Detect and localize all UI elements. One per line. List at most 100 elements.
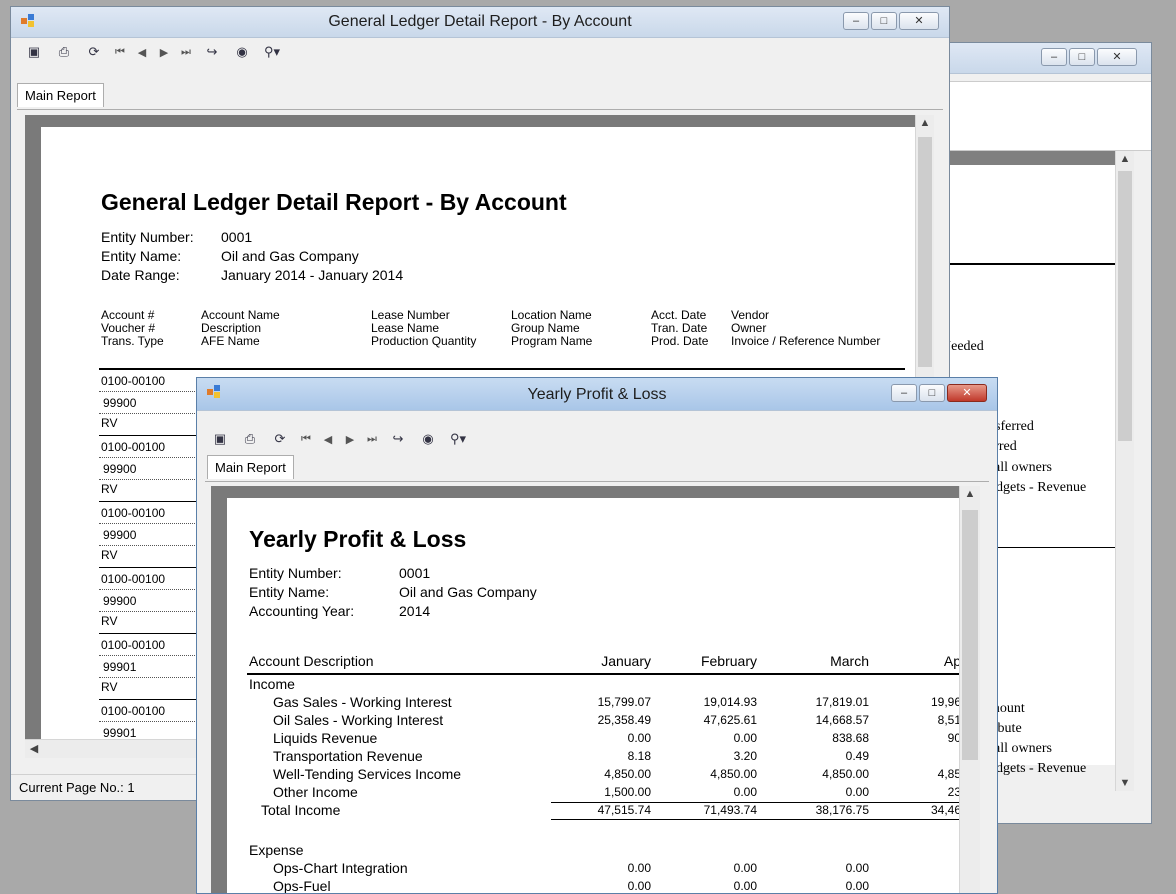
- tab-main-report[interactable]: Main Report: [207, 455, 294, 479]
- accounting-year-label: Accounting Year:: [249, 603, 355, 619]
- row-value: 71,493.74: [703, 803, 757, 817]
- close-button[interactable]: ✕: [899, 12, 939, 30]
- scroll-thumb[interactable]: [918, 137, 932, 367]
- refresh-icon[interactable]: ⟳: [79, 41, 109, 63]
- account-number: 0100-00100: [101, 440, 166, 454]
- accounting-year-value: 2014: [399, 603, 431, 619]
- table-row: Ops-Fuel 0.00 0.00 0.00: [227, 878, 959, 893]
- trans-type: RV: [101, 482, 118, 496]
- row-label: Other Income: [273, 784, 358, 800]
- previous-page-icon[interactable]: ◀: [131, 41, 153, 63]
- report-title: Yearly Profit & Loss: [249, 526, 467, 552]
- entity-number-label: Entity Number:: [101, 229, 194, 245]
- export-icon[interactable]: ▣: [205, 428, 235, 450]
- next-page-icon[interactable]: ▶: [339, 428, 361, 450]
- minimize-button[interactable]: –: [1041, 48, 1067, 66]
- scroll-up-icon[interactable]: ▲: [1116, 153, 1134, 165]
- scroll-left-icon[interactable]: ◀: [25, 742, 43, 755]
- goto-page-icon[interactable]: ↪: [383, 428, 413, 450]
- row-value: 0.00: [733, 731, 757, 745]
- entity-name-value: Oil and Gas Company: [399, 584, 537, 600]
- maximize-button[interactable]: □: [871, 12, 897, 30]
- find-icon[interactable]: ◉: [413, 428, 443, 450]
- table-row: Gas Sales - Working Interest 15,799.07 1…: [227, 694, 959, 712]
- row-label: Total Income: [261, 802, 341, 818]
- zoom-icon[interactable]: ⚲▾: [257, 41, 287, 63]
- window-title: Yearly Profit & Loss: [527, 386, 667, 403]
- expense-heading: Expense: [249, 842, 304, 858]
- entity-name-value: Oil and Gas Company: [221, 248, 359, 264]
- row-value: 4,850.00: [604, 767, 651, 781]
- row-value: 25,358.49: [597, 713, 651, 727]
- export-icon[interactable]: ▣: [19, 41, 49, 63]
- entity-number-label: Entity Number:: [249, 565, 342, 581]
- table-row: Ops-Chart Integration 0.00 0.00 0.00: [227, 860, 959, 878]
- voucher-number: 99901: [103, 660, 137, 674]
- report-toolbar: ▣ ⎙ ⟳ ⏮ ◀ ▶ ⏭ ↪ ◉ ⚲▾: [19, 41, 287, 63]
- column-header-month: Ap: [943, 653, 959, 669]
- pl-report-page: Yearly Profit & Loss Entity Number: 0001…: [227, 498, 959, 893]
- table-row: Well-Tending Services Income 4,850.00 4,…: [227, 766, 959, 784]
- background-text: all owners: [994, 741, 1052, 756]
- scroll-up-icon[interactable]: ▲: [916, 117, 934, 129]
- trans-type: RV: [101, 680, 118, 694]
- gl-titlebar: General Ledger Detail Report - By Accoun…: [11, 7, 949, 38]
- tab-main-report[interactable]: Main Report: [17, 83, 104, 107]
- minimize-button[interactable]: –: [891, 384, 917, 402]
- scroll-thumb[interactable]: [962, 510, 978, 760]
- row-value: 3.20: [733, 749, 757, 763]
- column-header: Vendor Owner Invoice / Reference Number: [731, 308, 881, 348]
- entity-number-value: 0001: [221, 229, 253, 245]
- maximize-button[interactable]: □: [1069, 48, 1095, 66]
- background-text: udgets - Revenue: [989, 761, 1087, 776]
- row-value: 0.00: [627, 861, 651, 875]
- column-header-month: January: [601, 653, 651, 669]
- first-page-icon[interactable]: ⏮: [295, 428, 317, 450]
- zoom-icon[interactable]: ⚲▾: [443, 428, 473, 450]
- column-header-description: Account Description: [249, 653, 374, 669]
- date-range-value: January 2014 - January 2014: [221, 267, 404, 283]
- scroll-thumb[interactable]: [1118, 171, 1132, 441]
- trans-type: RV: [101, 416, 118, 430]
- table-row: Transportation Revenue 8.18 3.20 0.49: [227, 748, 959, 766]
- close-button[interactable]: ✕: [1097, 48, 1137, 66]
- trans-type: RV: [101, 614, 118, 628]
- column-header: Account Name Description AFE Name: [201, 308, 280, 348]
- minimize-button[interactable]: –: [843, 12, 869, 30]
- row-label: Oil Sales - Working Interest: [273, 712, 444, 728]
- column-header: Location Name Group Name Program Name: [511, 308, 593, 348]
- first-page-icon[interactable]: ⏮: [109, 41, 131, 63]
- report-title: General Ledger Detail Report - By Accoun…: [101, 189, 567, 215]
- row-value: 47,515.74: [597, 803, 651, 817]
- voucher-number: 99900: [103, 594, 137, 608]
- row-value: 15,799.07: [597, 695, 651, 709]
- last-page-icon[interactable]: ⏭: [361, 428, 383, 450]
- row-value: 0.00: [627, 731, 651, 745]
- table-row: Liquids Revenue 0.00 0.00 838.68 90: [227, 730, 959, 748]
- scroll-down-icon[interactable]: ▼: [1116, 777, 1134, 789]
- row-label: Ops-Chart Integration: [273, 860, 408, 876]
- next-page-icon[interactable]: ▶: [153, 41, 175, 63]
- previous-page-icon[interactable]: ◀: [317, 428, 339, 450]
- scroll-up-icon[interactable]: ▲: [960, 488, 980, 500]
- header-rule: [247, 673, 959, 675]
- last-page-icon[interactable]: ⏭: [175, 41, 197, 63]
- voucher-number: 99900: [103, 396, 137, 410]
- print-icon[interactable]: ⎙: [235, 428, 265, 450]
- vertical-scrollbar[interactable]: ▲: [959, 486, 980, 893]
- row-value: 0.00: [845, 861, 869, 875]
- goto-page-icon[interactable]: ↪: [197, 41, 227, 63]
- row-value: 0.00: [627, 879, 651, 893]
- print-icon[interactable]: ⎙: [49, 41, 79, 63]
- maximize-button[interactable]: □: [919, 384, 945, 402]
- row-value: 0.49: [845, 749, 869, 763]
- find-icon[interactable]: ◉: [227, 41, 257, 63]
- account-number: 0100-00100: [101, 704, 166, 718]
- refresh-icon[interactable]: ⟳: [265, 428, 295, 450]
- close-button[interactable]: ✕: [947, 384, 987, 402]
- row-value: 19,96: [930, 695, 959, 709]
- profit-loss-window: Yearly Profit & Loss – □ ✕ ▣ ⎙ ⟳ ⏮ ◀ ▶ ⏭…: [196, 377, 998, 894]
- vertical-scrollbar[interactable]: ▲ ▼: [1115, 151, 1134, 791]
- income-heading: Income: [249, 676, 295, 692]
- row-label: Gas Sales - Working Interest: [273, 694, 452, 710]
